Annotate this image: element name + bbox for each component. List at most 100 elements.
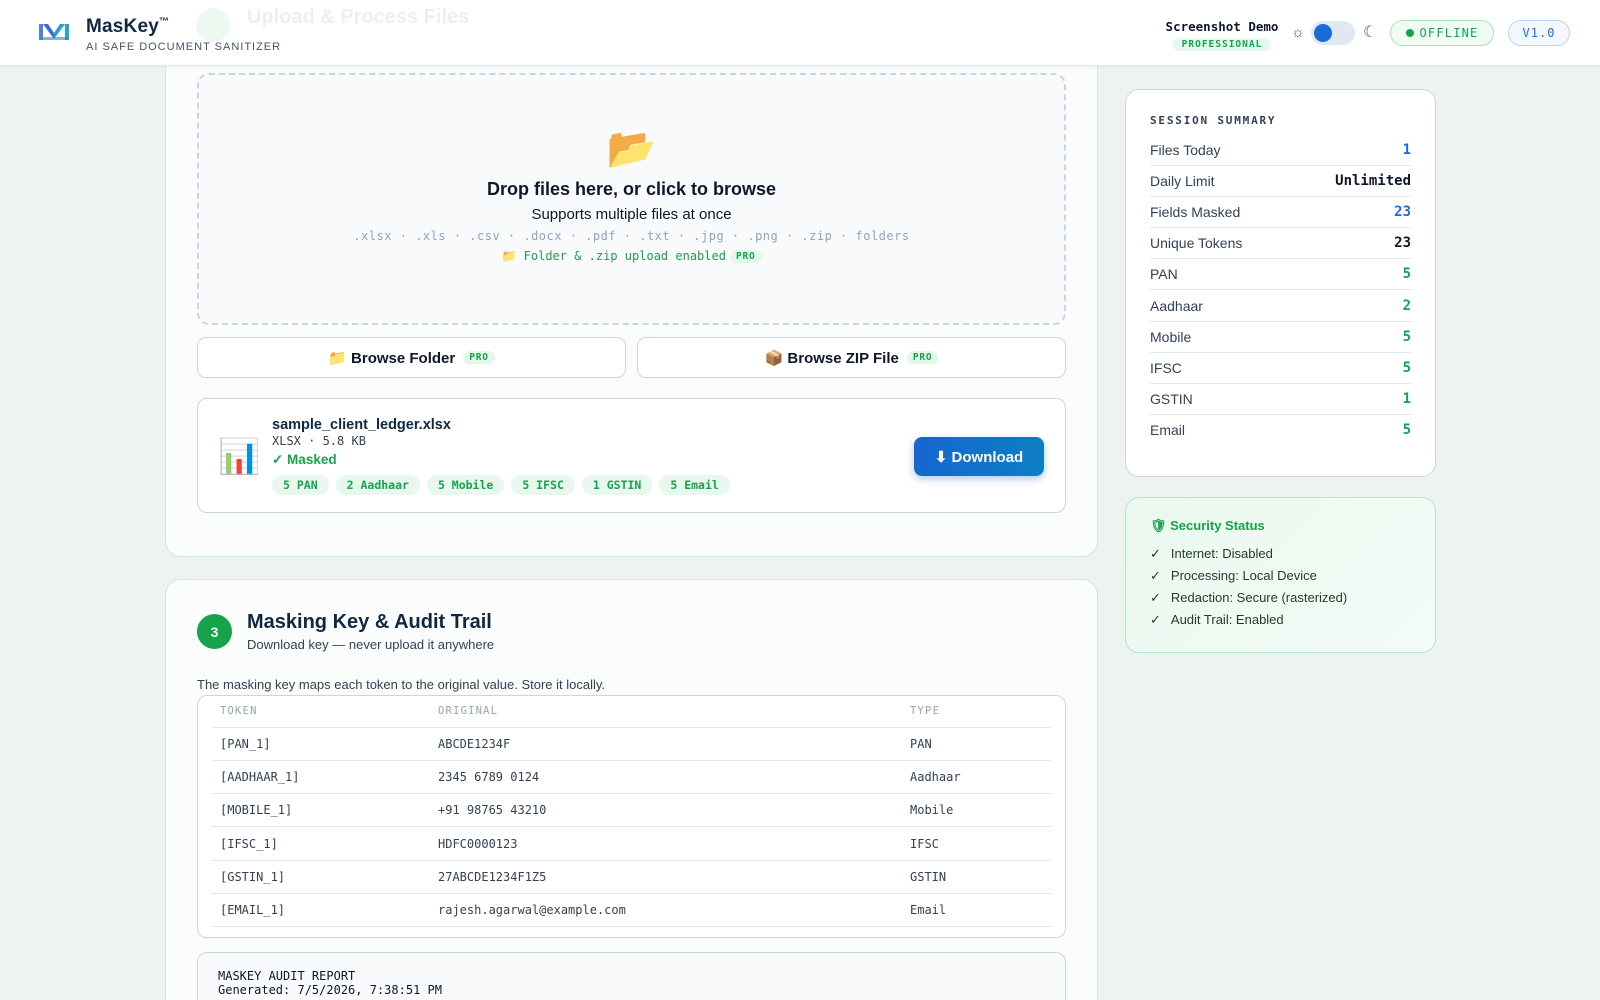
table-row: [EMAIL_1] rajesh.agarwal@example.com Ema…: [212, 893, 1051, 928]
type-cell: Aadhaar: [902, 760, 1051, 795]
chip-pan: 5 PAN: [272, 475, 329, 495]
summary-value: 5: [1402, 266, 1411, 283]
session-summary-title: SESSION SUMMARY: [1150, 114, 1277, 127]
audit-report-generated: Generated: 7/5/2026, 7:38:51 PM: [218, 983, 442, 997]
summary-row-email: Email 5: [1150, 415, 1411, 446]
type-cell: GSTIN: [902, 860, 1051, 894]
audit-report-preview: MASKEY AUDIT REPORT Generated: 7/5/2026,…: [197, 952, 1066, 1000]
security-item: ✓ Audit Trail: Enabled: [1150, 612, 1411, 634]
ghost-step-title: Upload & Process Files: [247, 6, 470, 28]
security-status-card: 🛡 Security Status ✓ Internet: Disabled ✓…: [1125, 497, 1436, 653]
status-dot-icon: [1405, 29, 1414, 37]
plan-badge: PROFESSIONAL: [1172, 38, 1272, 51]
summary-value: Unlimited: [1335, 173, 1411, 190]
type-cell: PAN: [902, 727, 1051, 761]
supported-types: .xlsx · .xls · .csv · .docx · .pdf · .tx…: [353, 229, 910, 243]
version-badge: V1.0: [1508, 20, 1570, 46]
browse-folder-button[interactable]: 📁 Browse Folder PRO: [197, 337, 626, 378]
summary-row-mobile: Mobile 5: [1150, 322, 1411, 353]
step-number-badge: 3: [197, 614, 232, 649]
audit-report-title: MASKEY AUDIT REPORT: [218, 969, 356, 983]
summary-value: 1: [1402, 390, 1411, 407]
check-icon: ✓: [1150, 546, 1161, 561]
brand-tagline: AI SAFE DOCUMENT SANITIZER: [86, 41, 282, 53]
summary-value: 5: [1402, 328, 1411, 345]
user-name: Screenshot Demo: [1165, 19, 1279, 34]
summary-label: Email: [1150, 422, 1186, 439]
original-cell: HDFC0000123: [430, 826, 902, 861]
type-cell: IFSC: [902, 826, 1051, 861]
type-cell: Mobile: [902, 793, 1051, 828]
download-button[interactable]: ⬇ Download: [914, 437, 1044, 476]
summary-value: 2: [1402, 297, 1411, 314]
security-item: ✓ Redaction: Secure (rasterized): [1150, 590, 1411, 612]
chip-aadhaar: 2 Aadhaar: [335, 475, 420, 495]
summary-label: Aadhaar: [1150, 297, 1203, 314]
folder-zip-note: 📁 Folder & .zip upload enabled PRO: [199, 249, 1064, 263]
summary-row-aadhaar: Aadhaar 2: [1150, 290, 1411, 322]
summary-label: Unique Tokens: [1150, 235, 1243, 252]
offline-status-badge: OFFLINE: [1390, 20, 1494, 46]
file-meta: XLSX · 5.8 KB: [272, 434, 366, 448]
browse-zip-button[interactable]: 📦 Browse ZIP File PRO: [637, 337, 1066, 378]
theme-toggle[interactable]: [1311, 21, 1355, 45]
summary-value: 1: [1402, 142, 1411, 159]
summary-row-unique-tokens: Unique Tokens 23: [1150, 228, 1411, 260]
chip-ifsc: 5 IFSC: [511, 475, 575, 495]
original-cell: +91 98765 43210: [430, 793, 902, 828]
security-status-title: 🛡 Security Status: [1150, 518, 1265, 533]
chip-email: 5 Email: [659, 475, 730, 495]
spreadsheet-icon: 📊: [218, 438, 261, 476]
pro-badge: PRO: [729, 250, 762, 263]
security-item: ✓ Internet: Disabled: [1150, 546, 1411, 568]
security-item-label: Internet: Disabled: [1170, 546, 1273, 561]
chip-mobile: 5 Mobile: [426, 475, 505, 495]
summary-row-pan: PAN 5: [1150, 259, 1411, 291]
summary-label: Mobile: [1150, 328, 1192, 345]
dropzone-subtitle: Supports multiple files at once: [531, 206, 732, 223]
original-cell: rajesh.agarwal@example.com: [430, 893, 902, 928]
ghost-step-circle: [196, 8, 230, 42]
summary-label: IFSC: [1150, 359, 1182, 376]
summary-label: GSTIN: [1150, 390, 1193, 407]
check-icon: ✓: [1150, 568, 1161, 583]
summary-value: 5: [1402, 359, 1411, 376]
security-item-label: Redaction: Secure (rasterized): [1170, 590, 1348, 605]
summary-row-fields-masked: Fields Masked 23: [1150, 197, 1411, 229]
column-header-token: TOKEN: [212, 696, 430, 728]
summary-label: PAN: [1150, 266, 1178, 283]
browse-folder-label: 📁 Browse Folder: [328, 349, 456, 367]
dropzone-title: Drop files here, or click to browse: [486, 179, 777, 199]
column-header-type: TYPE: [902, 696, 1051, 728]
summary-label: Daily Limit: [1150, 173, 1215, 190]
masking-key-description: The masking key maps each token to the o…: [197, 677, 606, 692]
table-row: [PAN_1] ABCDE1234F PAN: [212, 727, 1051, 761]
security-item-label: Processing: Local Device: [1170, 568, 1317, 583]
masked-status: ✓ Masked: [272, 452, 337, 467]
original-cell: 27ABCDE1234F1Z5: [430, 860, 902, 894]
user-profile[interactable]: Screenshot Demo PROFESSIONAL: [1160, 19, 1284, 52]
token-cell: [AADHAAR_1]: [212, 760, 430, 795]
folder-zip-note-text: 📁 Folder & .zip upload enabled: [501, 249, 726, 263]
summary-row-daily-limit: Daily Limit Unlimited: [1150, 166, 1411, 198]
file-name: sample_client_ledger.xlsx: [272, 417, 451, 433]
maskey-logo-icon: [39, 24, 69, 40]
browse-zip-label: 📦 Browse ZIP File: [764, 349, 899, 367]
summary-row-ifsc: IFSC 5: [1150, 353, 1411, 384]
summary-label: Files Today: [1150, 142, 1221, 159]
chip-gstin: 1 GSTIN: [581, 475, 653, 495]
pro-badge: PRO: [906, 351, 939, 364]
table-row: [AADHAAR_1] 2345 6789 0124 Aadhaar: [212, 760, 1051, 795]
table-row: [GSTIN_1] 27ABCDE1234F1Z5 GSTIN: [212, 860, 1051, 894]
session-summary-card: SESSION SUMMARY Files Today 1 Daily Limi…: [1125, 89, 1436, 477]
open-folder-icon: 📂: [606, 127, 657, 171]
step-subtitle: Download key — never upload it anywhere: [247, 637, 495, 652]
token-cell: [GSTIN_1]: [212, 860, 430, 894]
check-icon: ✓: [1150, 612, 1161, 627]
sun-icon: ☼: [1291, 24, 1305, 41]
table-row: [MOBILE_1] +91 98765 43210 Mobile: [212, 793, 1051, 828]
masking-key-table-scroll[interactable]: TOKEN ORIGINAL TYPE [PAN_1] ABCDE1234F P…: [197, 695, 1066, 938]
summary-row-files-today: Files Today 1: [1150, 135, 1411, 167]
toggle-knob: [1314, 24, 1332, 42]
file-dropzone[interactable]: 📂 Drop files here, or click to browse Su…: [197, 73, 1066, 325]
